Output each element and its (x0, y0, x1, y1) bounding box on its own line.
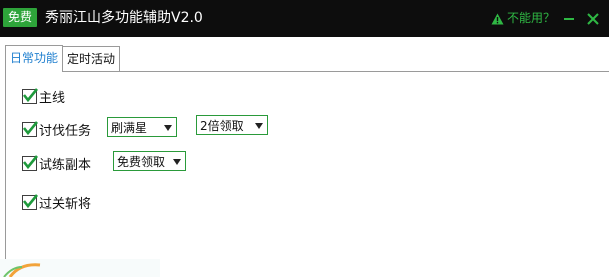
crusade-checkbox[interactable] (22, 120, 39, 137)
crusade-reward-select[interactable]: 2倍领取 (196, 115, 268, 135)
crusade-reward-value: 2倍领取 (200, 119, 244, 133)
help-link[interactable]: 不能用？ (491, 10, 555, 27)
chevron-down-icon (164, 125, 172, 131)
checkmark-icon (22, 193, 39, 208)
free-badge: 免费 (3, 8, 37, 27)
chevron-down-icon (255, 123, 263, 129)
logo-swirl-icon (0, 259, 160, 277)
task-row-crusade: 讨伐任务 (22, 119, 91, 139)
checkmark-icon (22, 120, 39, 135)
crusade-label: 讨伐任务 (39, 123, 92, 139)
tab-daily[interactable]: 日常功能 (5, 45, 64, 72)
task-row-trial: 试练副本 (22, 153, 91, 173)
trial-label: 试练副本 (39, 157, 92, 173)
title-bar: 免费 秀丽江山多功能辅助V2.0 不能用？ (0, 0, 609, 37)
crusade-star-value: 刷满星 (111, 121, 148, 135)
checkmark-icon (22, 154, 39, 169)
task-row-stages: 过关斩将 (22, 192, 91, 212)
main-label: 主线 (39, 90, 66, 106)
panel-border (5, 71, 6, 277)
crusade-star-select[interactable]: 刷满星 (107, 117, 177, 137)
warning-triangle-icon (491, 13, 504, 24)
trial-checkbox[interactable] (22, 154, 39, 171)
task-row-main: 主线 (22, 86, 65, 106)
tab-strip: 日常功能 定时活动 (5, 45, 121, 72)
help-link-label: 不能用？ (507, 11, 556, 25)
trial-reward-select[interactable]: 免费领取 (113, 151, 186, 171)
chevron-down-icon (173, 159, 181, 165)
tab-divider (5, 71, 609, 72)
close-icon[interactable] (585, 9, 601, 27)
stages-label: 过关斩将 (39, 196, 92, 212)
main-checkbox[interactable] (22, 87, 39, 104)
minimize-icon[interactable] (561, 9, 577, 27)
stages-checkbox[interactable] (22, 193, 39, 210)
trial-reward-value: 免费领取 (117, 155, 166, 169)
app-title: 秀丽江山多功能辅助V2.0 (45, 10, 203, 26)
checkmark-icon (22, 87, 39, 102)
tab-scheduled[interactable]: 定时活动 (62, 46, 121, 71)
